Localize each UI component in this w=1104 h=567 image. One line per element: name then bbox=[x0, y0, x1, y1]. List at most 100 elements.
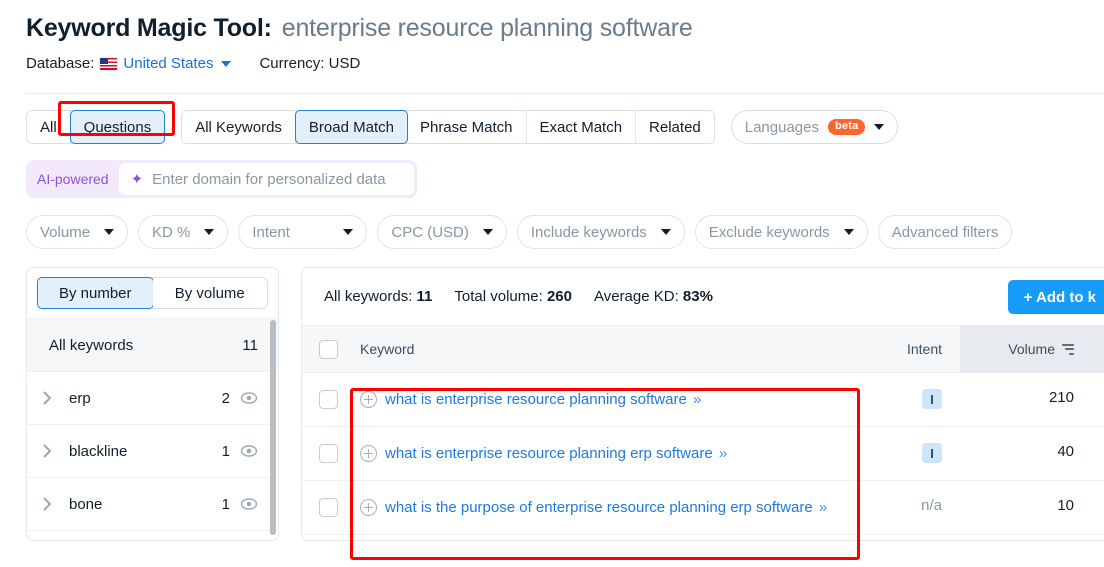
keyword-cell: what is the purpose of enterprise resour… bbox=[354, 481, 856, 531]
filter-include-keywords[interactable]: Include keywords bbox=[516, 215, 685, 249]
sort-descending-icon[interactable] bbox=[1062, 343, 1074, 355]
keyword-text: what is enterprise resource planning sof… bbox=[385, 391, 687, 408]
sidebar-list: All keywords 11 erp 2 blackline 1 bone 1 bbox=[27, 318, 278, 540]
chevron-down-icon bbox=[104, 229, 115, 235]
database-value[interactable]: United States bbox=[123, 55, 213, 72]
add-keyword-icon[interactable] bbox=[360, 499, 377, 516]
table-row[interactable]: what is the purpose of enterprise resour… bbox=[302, 481, 1104, 535]
sidebar-item-bone[interactable]: bone 1 bbox=[27, 477, 278, 530]
filter-volume[interactable]: Volume bbox=[26, 215, 129, 249]
filter-kd[interactable]: KD % bbox=[138, 215, 229, 249]
sidebar-sort-toggle: By number By volume bbox=[37, 277, 268, 309]
chevron-down-icon bbox=[482, 229, 493, 235]
database-selector[interactable]: Database: United States bbox=[26, 55, 232, 72]
sort-by-volume-button[interactable]: By volume bbox=[152, 278, 267, 308]
sidebar-item-partial[interactable] bbox=[27, 530, 278, 540]
intent-cell: n/a bbox=[856, 481, 960, 514]
column-header-volume[interactable]: Volume bbox=[960, 325, 1104, 373]
column-header-keyword[interactable]: Keyword bbox=[354, 341, 856, 357]
database-label: Database: bbox=[26, 55, 95, 72]
keyword-text: what is the purpose of enterprise resour… bbox=[385, 499, 813, 516]
sidebar-item-blackline[interactable]: blackline 1 bbox=[27, 424, 278, 477]
volume-cell: 10 bbox=[1057, 497, 1074, 514]
tab-exact-match[interactable]: Exact Match bbox=[526, 111, 637, 143]
volume-cell: 40 bbox=[1057, 443, 1074, 460]
match-type-group: All Keywords Broad Match Phrase Match Ex… bbox=[181, 110, 715, 144]
keyword-cell: what is enterprise resource planning sof… bbox=[354, 373, 856, 423]
page-title: Keyword Magic Tool: enterprise resource … bbox=[26, 14, 1104, 43]
tab-questions[interactable]: Questions bbox=[69, 110, 166, 144]
us-flag-icon bbox=[100, 57, 118, 70]
filter-exclude-keywords[interactable]: Exclude keywords bbox=[694, 215, 868, 249]
row-checkbox-cell bbox=[302, 427, 354, 463]
languages-label: Languages bbox=[744, 118, 819, 136]
keyword-expand-icon[interactable]: » bbox=[691, 391, 701, 408]
stat-average-kd-value: 83% bbox=[682, 288, 713, 305]
tab-related[interactable]: Related bbox=[636, 111, 714, 143]
keyword-link[interactable]: what is the purpose of enterprise resour… bbox=[385, 497, 827, 519]
tab-phrase-match[interactable]: Phrase Match bbox=[406, 111, 527, 143]
sidebar-item-erp[interactable]: erp 2 bbox=[27, 371, 278, 424]
keyword-expand-icon[interactable]: » bbox=[817, 499, 827, 516]
sidebar-all-keywords-count: 11 bbox=[242, 336, 258, 354]
intent-cell: I bbox=[856, 427, 960, 463]
stat-average-kd: Average KD: 83% bbox=[594, 288, 713, 305]
column-header-intent[interactable]: Intent bbox=[856, 341, 960, 357]
keyword-link[interactable]: what is enterprise resource planning erp… bbox=[385, 443, 727, 465]
intent-badge[interactable]: I bbox=[922, 389, 942, 409]
stat-total-volume: Total volume: 260 bbox=[454, 288, 572, 305]
eye-icon[interactable] bbox=[240, 442, 258, 460]
keyword-expand-icon[interactable]: » bbox=[717, 445, 727, 462]
sidebar-scrollbar[interactable] bbox=[270, 320, 276, 535]
filter-volume-label: Volume bbox=[40, 223, 91, 241]
tab-all[interactable]: All bbox=[27, 111, 71, 143]
stat-average-kd-label: Average KD: bbox=[593, 288, 679, 305]
table-summary-bar: All keywords: 11 Total volume: 260 Avera… bbox=[302, 268, 1104, 325]
sort-by-number-button[interactable]: By number bbox=[37, 277, 154, 309]
filter-cpc-label: CPC (USD) bbox=[391, 223, 469, 241]
table-header-row: Keyword Intent Volume bbox=[302, 325, 1104, 373]
filter-intent[interactable]: Intent bbox=[238, 215, 368, 249]
add-keyword-icon[interactable] bbox=[360, 391, 377, 408]
domain-input-placeholder[interactable]: Enter domain for personalized data bbox=[152, 171, 385, 188]
chevron-right-icon[interactable] bbox=[43, 391, 59, 405]
select-all-checkbox-cell bbox=[302, 339, 354, 359]
filter-cpc[interactable]: CPC (USD) bbox=[377, 215, 507, 249]
filters-row: Volume KD % Intent CPC (USD) Include key… bbox=[0, 198, 1104, 249]
tab-broad-match[interactable]: Broad Match bbox=[294, 110, 408, 144]
add-to-keyword-list-button[interactable]: + Add to k bbox=[1007, 280, 1104, 314]
intent-badge[interactable]: I bbox=[922, 443, 942, 463]
domain-input-wrapper[interactable]: ✦ Enter domain for personalized data bbox=[118, 163, 414, 195]
sidebar-group-count: 1 bbox=[221, 495, 230, 513]
row-checkbox[interactable] bbox=[318, 390, 338, 409]
question-filter-group: All Questions bbox=[26, 110, 166, 144]
languages-dropdown[interactable]: Languages beta bbox=[730, 110, 899, 144]
eye-icon[interactable] bbox=[240, 389, 258, 407]
tab-all-keywords[interactable]: All Keywords bbox=[182, 111, 296, 143]
keyword-table-panel: All keywords: 11 Total volume: 260 Avera… bbox=[301, 267, 1104, 541]
select-all-checkbox[interactable] bbox=[318, 339, 338, 359]
add-keyword-icon[interactable] bbox=[360, 445, 377, 462]
keyword-link[interactable]: what is enterprise resource planning sof… bbox=[385, 389, 701, 411]
column-header-volume-label: Volume bbox=[1008, 341, 1055, 357]
chevron-right-icon[interactable] bbox=[43, 497, 59, 511]
chevron-down-icon bbox=[843, 229, 854, 235]
intent-not-available: n/a bbox=[921, 497, 942, 514]
stat-all-keywords: All keywords: 11 bbox=[324, 288, 432, 305]
chevron-right-icon[interactable] bbox=[43, 444, 59, 458]
filter-advanced-label: Advanced filters bbox=[891, 223, 999, 241]
filter-advanced[interactable]: Advanced filters bbox=[877, 215, 1013, 249]
sidebar-sort-toggle-wrapper: By number By volume bbox=[27, 268, 278, 318]
table-row[interactable]: what is enterprise resource planning erp… bbox=[302, 427, 1104, 481]
intent-cell: I bbox=[856, 373, 960, 409]
eye-icon[interactable] bbox=[240, 495, 258, 513]
table-row[interactable]: what is enterprise resource planning sof… bbox=[302, 373, 1104, 427]
ai-domain-row: AI-powered ✦ Enter domain for personaliz… bbox=[0, 144, 1104, 198]
row-checkbox[interactable] bbox=[318, 444, 338, 463]
sidebar-group-count: 1 bbox=[221, 442, 230, 460]
sidebar-group-label: blackline bbox=[69, 442, 128, 460]
row-checkbox[interactable] bbox=[318, 498, 338, 517]
header-meta: Database: United States Currency: USD bbox=[26, 55, 1104, 72]
sidebar-item-all-keywords[interactable]: All keywords 11 bbox=[27, 318, 278, 371]
sparkle-icon: ✦ bbox=[130, 170, 144, 188]
